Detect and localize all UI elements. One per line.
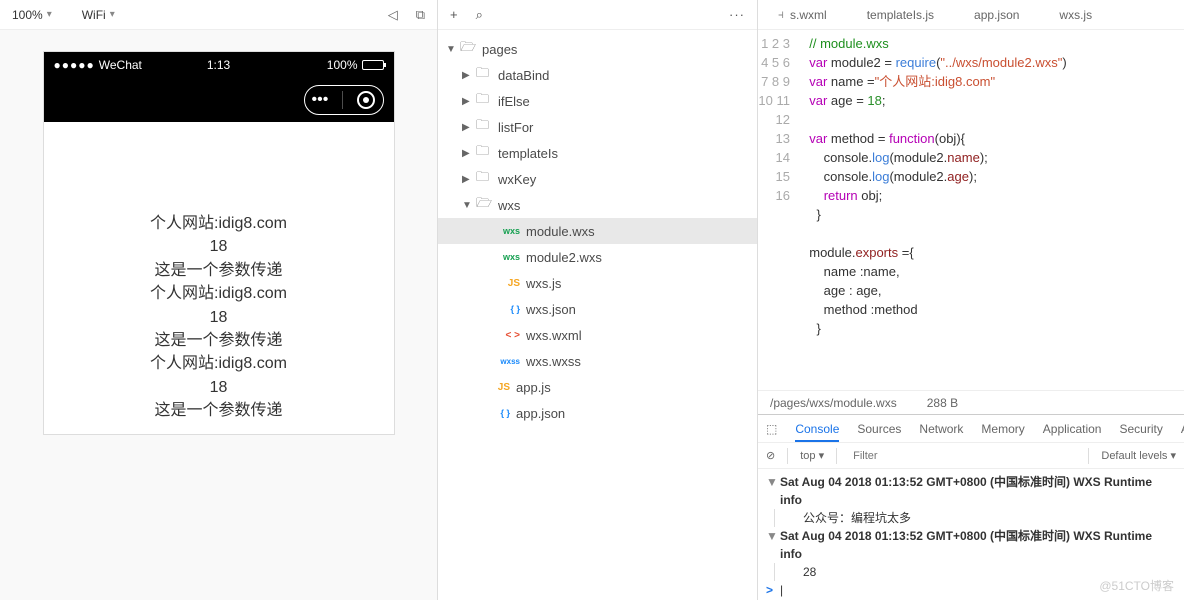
devtab-application[interactable]: Application bbox=[1043, 422, 1102, 436]
folder-templateIs[interactable]: ▶🗀templateIs bbox=[438, 140, 757, 166]
page-text: 个人网站:idig8.com bbox=[54, 283, 384, 305]
tab-wxs.js[interactable]: wxs.js bbox=[1039, 0, 1112, 29]
console-prompt[interactable]: > bbox=[766, 581, 780, 599]
search-icon[interactable]: ⌕ bbox=[476, 7, 483, 23]
log-group[interactable]: ▼Sat Aug 04 2018 01:13:52 GMT+0800 (中国标准… bbox=[766, 473, 1176, 509]
file-wxs.wxss[interactable]: wxsswxs.wxss bbox=[438, 348, 757, 374]
folder-listFor[interactable]: ▶🗀listFor bbox=[438, 114, 757, 140]
rotate-icon[interactable]: ⧉ bbox=[416, 7, 425, 23]
folder-pages[interactable]: ▼🗁pages bbox=[438, 36, 757, 62]
mute-icon[interactable]: ◁ bbox=[388, 7, 398, 23]
page-text: 个人网站:idig8.com bbox=[54, 353, 384, 375]
folder-wxs[interactable]: ▼🗁wxs bbox=[438, 192, 757, 218]
file-size: 288 B bbox=[927, 396, 958, 410]
tab-templateIs.js[interactable]: templateIs.js bbox=[847, 0, 954, 29]
capsule-button[interactable]: ••• bbox=[304, 85, 384, 115]
file-wxs.js[interactable]: JSwxs.js bbox=[438, 270, 757, 296]
page-text: 这是一个参数传递 bbox=[54, 400, 384, 422]
battery-icon bbox=[362, 60, 384, 70]
file-wxs.wxml[interactable]: < >wxs.wxml bbox=[438, 322, 757, 348]
devtab-console[interactable]: Console bbox=[795, 422, 839, 442]
close-circle-icon bbox=[357, 91, 375, 109]
watermark: @51CTO博客 bbox=[1099, 577, 1174, 594]
log-line: 公众号：编程坑太多 bbox=[774, 509, 1176, 527]
more-icon: ••• bbox=[312, 91, 329, 109]
page-text: 这是一个参数传递 bbox=[54, 330, 384, 352]
devtab-sources[interactable]: Sources bbox=[857, 422, 901, 436]
file-app.js[interactable]: JSapp.js bbox=[438, 374, 757, 400]
tab-s.wxml[interactable]: s.wxml bbox=[758, 0, 847, 29]
file-module2.wxs[interactable]: wxsmodule2.wxs bbox=[438, 244, 757, 270]
page-text: 18 bbox=[54, 236, 384, 258]
more-icon[interactable]: ··· bbox=[729, 7, 745, 22]
folder-ifElse[interactable]: ▶🗀ifElse bbox=[438, 88, 757, 114]
carrier-label: WeChat bbox=[99, 58, 142, 72]
file-app.json[interactable]: { }app.json bbox=[438, 400, 757, 426]
clock-label: 1:13 bbox=[207, 58, 230, 72]
filter-input[interactable] bbox=[849, 448, 1076, 464]
context-select[interactable]: top ▾ bbox=[800, 449, 824, 462]
page-text: 18 bbox=[54, 307, 384, 329]
chevron-down-icon: ▾ bbox=[47, 9, 52, 20]
file-module.wxs[interactable]: wxsmodule.wxs bbox=[438, 218, 757, 244]
tab-app.json[interactable]: app.json bbox=[954, 0, 1039, 29]
simulator: ●●●●● WeChat 1:13 100% ••• 个人网站:idig8.co… bbox=[44, 52, 394, 434]
page-text: 这是一个参数传递 bbox=[54, 260, 384, 282]
devtab-network[interactable]: Network bbox=[919, 422, 963, 436]
levels-select[interactable]: Default levels ▾ bbox=[1101, 449, 1176, 462]
file-path: /pages/wxs/module.wxs bbox=[770, 396, 897, 410]
clear-icon[interactable]: ⊘ bbox=[766, 449, 775, 462]
chevron-down-icon: ▾ bbox=[110, 9, 115, 20]
inspect-icon[interactable]: ⬚ bbox=[766, 422, 777, 436]
network-select[interactable]: WiFi▾ bbox=[82, 8, 115, 22]
add-icon[interactable]: + bbox=[450, 7, 458, 22]
file-wxs.json[interactable]: { }wxs.json bbox=[438, 296, 757, 322]
devtab-security[interactable]: Security bbox=[1119, 422, 1162, 436]
signal-icon: ●●●●● bbox=[54, 58, 95, 72]
page-text: 18 bbox=[54, 377, 384, 399]
devtab-memory[interactable]: Memory bbox=[981, 422, 1024, 436]
log-group[interactable]: ▼Sat Aug 04 2018 01:13:52 GMT+0800 (中国标准… bbox=[766, 527, 1176, 563]
folder-wxKey[interactable]: ▶🗀wxKey bbox=[438, 166, 757, 192]
folder-dataBind[interactable]: ▶🗀dataBind bbox=[438, 62, 757, 88]
page-text: 个人网站:idig8.com bbox=[54, 213, 384, 235]
battery-label: 100% bbox=[327, 58, 358, 72]
zoom-select[interactable]: 100%▾ bbox=[12, 8, 52, 22]
